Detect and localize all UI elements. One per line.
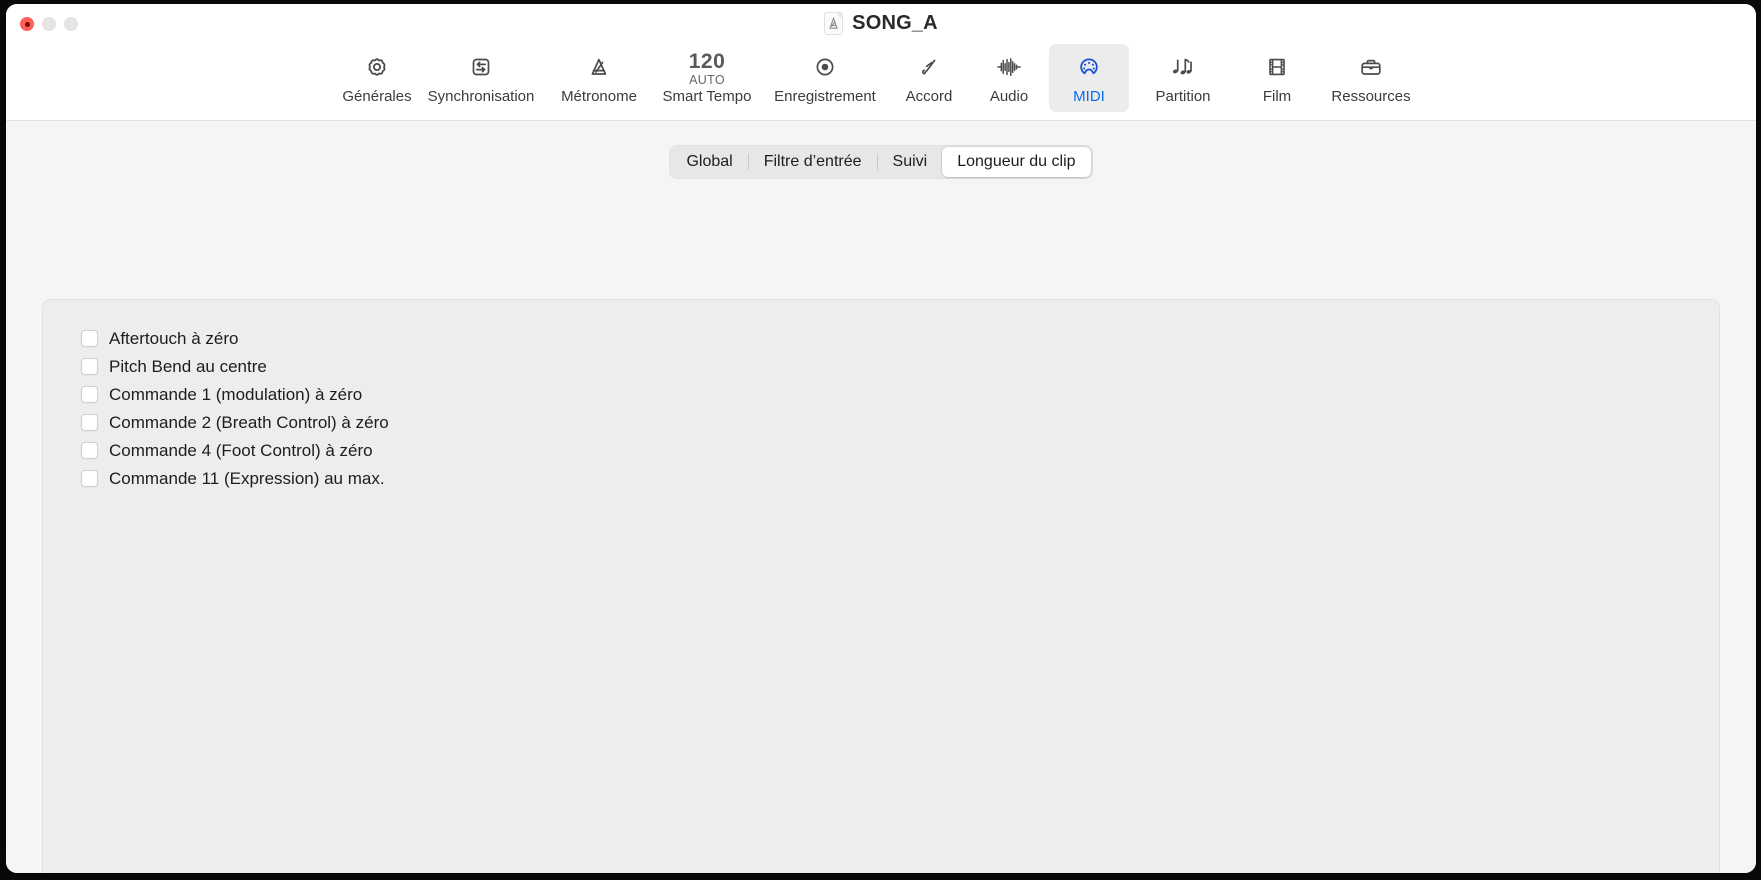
tempo-mode: AUTO (689, 72, 725, 87)
window-title-group: SONG_A (6, 12, 1756, 35)
checkbox-row-aftertouch-zero[interactable]: Aftertouch à zéro (81, 330, 238, 347)
music-notes-icon (1168, 52, 1198, 86)
preferences-content: Global Filtre d’entrée Suivi Longueur du… (6, 121, 1756, 873)
toolbar-item-ressources[interactable]: Ressources (1317, 44, 1425, 112)
traffic-lights (20, 17, 78, 31)
tab-suivi-label: Suivi (892, 153, 928, 170)
toolbar-label-generales: Générales (342, 88, 412, 105)
film-strip-icon (1263, 52, 1291, 86)
clip-length-settings-panel: Aftertouch à zéro Pitch Bend au centre C… (42, 299, 1720, 873)
record-icon (811, 52, 839, 86)
checkbox-row-cc11-expression-max[interactable]: Commande 11 (Expression) au max. (81, 470, 385, 487)
tab-global[interactable]: Global (671, 147, 747, 177)
toolbar-item-partition[interactable]: Partition (1129, 44, 1237, 112)
checkbox-cc4-foot-zero[interactable] (81, 442, 98, 459)
toolbar-item-enregistrement[interactable]: Enregistrement (761, 44, 889, 112)
checkbox-label-pitchbend-center: Pitch Bend au centre (109, 357, 267, 376)
toolbar-item-film[interactable]: Film (1237, 44, 1317, 112)
gear-icon (363, 52, 391, 86)
toolbar-label-metronome: Métronome (561, 88, 637, 105)
toolbar-label-accord: Accord (905, 88, 953, 105)
checkbox-row-pitchbend-center[interactable]: Pitch Bend au centre (81, 358, 267, 375)
close-window-button[interactable] (20, 17, 34, 31)
toolbar-item-metronome[interactable]: Métronome (545, 44, 653, 112)
briefcase-icon (1357, 52, 1385, 86)
checkbox-cc1-modulation-zero[interactable] (81, 386, 98, 403)
checkbox-cc11-expression-max[interactable] (81, 470, 98, 487)
tab-filtre-entree-label: Filtre d’entrée (763, 153, 862, 170)
toolbar-label-audio: Audio (989, 88, 1029, 105)
checkbox-list: Aftertouch à zéro Pitch Bend au centre C… (43, 300, 1719, 487)
checkbox-row-cc4-foot-zero[interactable]: Commande 4 (Foot Control) à zéro (81, 442, 373, 459)
toolbar-label-partition: Partition (1155, 88, 1211, 105)
tempo-value: 120 (688, 49, 726, 73)
toolbar-item-audio[interactable]: Audio (969, 44, 1049, 112)
checkbox-label-aftertouch-zero: Aftertouch à zéro (109, 329, 239, 348)
checkbox-label-cc1-modulation-zero: Commande 1 (modulation) à zéro (109, 385, 363, 404)
window-title: SONG_A (852, 12, 938, 34)
checkbox-aftertouch-zero[interactable] (81, 330, 98, 347)
sync-arrows-icon (467, 52, 495, 86)
tempo-value-icon: 120 AUTO (688, 49, 726, 87)
preferences-toolbar: Générales Synchronisation Métronome 120 … (6, 44, 1756, 112)
minimize-window-button[interactable] (42, 17, 56, 31)
zoom-window-button[interactable] (64, 17, 78, 31)
toolbar-item-smart-tempo[interactable]: 120 AUTO Smart Tempo (653, 44, 761, 112)
checkbox-label-cc4-foot-zero: Commande 4 (Foot Control) à zéro (109, 441, 373, 460)
tab-suivi[interactable]: Suivi (878, 147, 943, 177)
tab-longueur-du-clip[interactable]: Longueur du clip (942, 147, 1091, 177)
checkbox-cc2-breath-zero[interactable] (81, 414, 98, 431)
midi-din-icon (1075, 52, 1103, 86)
waveform-icon (994, 52, 1024, 86)
checkbox-row-cc1-modulation-zero[interactable]: Commande 1 (modulation) à zéro (81, 386, 362, 403)
toolbar-item-synchronisation[interactable]: Synchronisation (417, 44, 545, 112)
checkbox-label-cc2-breath-zero: Commande 2 (Breath Control) à zéro (109, 413, 389, 432)
toolbar-item-accord[interactable]: Accord (889, 44, 969, 112)
toolbar-label-synchronisation: Synchronisation (427, 88, 535, 105)
toolbar-label-midi: MIDI (1073, 88, 1105, 105)
tab-filtre-entree[interactable]: Filtre d’entrée (749, 147, 877, 177)
toolbar-item-midi[interactable]: MIDI (1049, 44, 1129, 112)
checkbox-row-cc2-breath-zero[interactable]: Commande 2 (Breath Control) à zéro (81, 414, 389, 431)
metronome-icon (585, 52, 613, 86)
tab-global-label: Global (686, 153, 733, 170)
tuning-fork-icon (915, 52, 943, 86)
metronome-document-icon (824, 12, 844, 35)
toolbar-label-ressources: Ressources (1331, 88, 1411, 105)
checkbox-label-cc11-expression-max: Commande 11 (Expression) au max. (109, 469, 385, 488)
tab-longueur-du-clip-label: Longueur du clip (957, 153, 1076, 170)
toolbar-item-generales[interactable]: Générales (337, 44, 417, 112)
toolbar-label-smart-tempo: Smart Tempo (662, 88, 752, 105)
toolbar-label-enregistrement: Enregistrement (774, 88, 876, 105)
toolbar-label-film: Film (1262, 88, 1292, 105)
midi-tab-bar: Global Filtre d’entrée Suivi Longueur du… (669, 145, 1093, 179)
window-titlebar: SONG_A Générales Synchronisation Métrono… (6, 4, 1756, 121)
desktop-backdrop: SONG_A Générales Synchronisation Métrono… (0, 0, 1761, 880)
checkbox-pitchbend-center[interactable] (81, 358, 98, 375)
preferences-window: SONG_A Générales Synchronisation Métrono… (6, 4, 1756, 873)
